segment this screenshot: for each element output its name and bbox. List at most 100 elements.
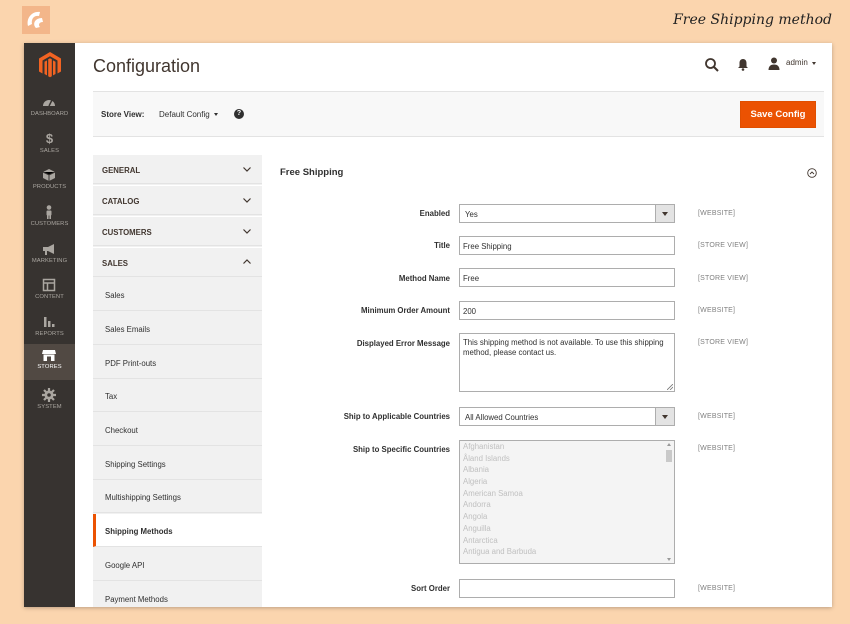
megaphone-icon (43, 244, 54, 255)
scroll-up-icon[interactable] (667, 443, 671, 446)
country-option[interactable]: Angola (460, 511, 674, 523)
sort-order-label: Sort Order (411, 584, 450, 593)
country-option[interactable]: Antarctica (460, 535, 674, 547)
chevron-down-icon (243, 198, 251, 203)
scrollbar[interactable] (665, 442, 673, 562)
enabled-label: Enabled (419, 209, 450, 218)
store-view-switcher[interactable]: Default Config (159, 110, 210, 119)
store-icon (42, 350, 56, 361)
tab-item-label: Shipping Methods (105, 527, 173, 536)
tab-group-label: SALES (102, 259, 128, 268)
chevron-down-icon[interactable] (214, 113, 218, 116)
error-message-textarea[interactable]: This shipping method is not available. T… (459, 333, 675, 392)
save-config-button[interactable]: Save Config (740, 101, 816, 128)
tab-item-sales[interactable]: Sales (93, 278, 262, 311)
collapse-icon[interactable] (807, 168, 817, 178)
country-option[interactable]: Afghanistan (460, 441, 674, 453)
enabled-select[interactable]: Yes (459, 204, 675, 223)
brand-logo (22, 6, 50, 34)
scope-label: [WEBSITE] (698, 445, 736, 452)
country-option[interactable]: Andorra (460, 499, 674, 511)
user-menu-name[interactable]: admin (786, 58, 808, 67)
country-option[interactable]: Anguilla (460, 523, 674, 535)
bar-chart-icon (44, 317, 55, 327)
tab-item-label: PDF Print-outs (105, 359, 157, 368)
tab-item-shipping-settings[interactable]: Shipping Settings (93, 447, 262, 480)
enabled-value: Yes (465, 210, 478, 219)
nav-item-system[interactable]: SYSTEM (24, 384, 75, 420)
sort-order-input[interactable] (459, 579, 675, 598)
applicable-countries-value: All Allowed Countries (465, 413, 539, 422)
resize-grip-icon[interactable] (667, 384, 673, 390)
scope-label: [STORE VIEW] (698, 339, 749, 346)
chevron-down-icon[interactable] (812, 62, 816, 65)
tab-group-label: CUSTOMERS (102, 228, 152, 237)
dashboard-icon (43, 99, 55, 107)
country-option[interactable]: American Samoa (460, 488, 674, 500)
title-input[interactable]: Free Shipping (459, 236, 675, 255)
tab-group-catalog[interactable]: CATALOG (93, 185, 262, 215)
tab-item-checkout[interactable]: Checkout (93, 413, 262, 446)
magento-logo-icon[interactable] (38, 51, 62, 79)
nav-item-stores[interactable]: STORES (24, 344, 75, 380)
search-icon[interactable] (704, 57, 720, 73)
layout-icon (42, 278, 56, 292)
tab-group-sales[interactable]: SALES (93, 247, 262, 277)
tab-item-shipping-methods[interactable]: Shipping Methods (93, 514, 262, 547)
gear-icon (42, 388, 56, 402)
help-icon[interactable]: ? (234, 109, 244, 119)
applicable-countries-select[interactable]: All Allowed Countries (459, 407, 675, 426)
country-option[interactable]: Algeria (460, 476, 674, 488)
bell-icon[interactable] (737, 58, 749, 71)
nav-item-content[interactable]: CONTENT (24, 274, 75, 310)
config-tabs: GENERAL CATALOG CUSTOMERS SALES Sales Sa… (93, 154, 262, 607)
chevron-down-icon (243, 167, 251, 172)
tab-item-label: Checkout (105, 426, 138, 435)
nav-item-reports[interactable]: REPORTS (24, 311, 75, 347)
specific-countries-multiselect[interactable]: Afghanistan Åland Islands Albania Algeri… (459, 440, 675, 564)
tab-item-payment-methods[interactable]: Payment Methods (93, 582, 262, 607)
country-option[interactable]: Albania (460, 464, 674, 476)
nav-item-customers[interactable]: CUSTOMERS (24, 201, 75, 237)
nav-label: DASHBOARD (30, 111, 69, 117)
tab-item-sales-emails[interactable]: Sales Emails (93, 312, 262, 345)
store-view-label: Store View: (101, 110, 145, 119)
tab-item-label: Sales Emails (105, 325, 151, 334)
country-option[interactable]: Antigua and Barbuda (460, 546, 674, 558)
tab-group-customers[interactable]: CUSTOMERS (93, 216, 262, 246)
tab-item-multishipping-settings[interactable]: Multishipping Settings (93, 480, 262, 513)
tab-group-general[interactable]: GENERAL (93, 154, 262, 184)
section-title[interactable]: Free Shipping (280, 167, 343, 178)
tab-item-tax[interactable]: Tax (93, 379, 262, 412)
tab-item-label: Payment Methods (105, 595, 168, 604)
nav-label: CONTENT (35, 294, 64, 300)
scope-label: [STORE VIEW] (698, 275, 749, 282)
scroll-down-icon[interactable] (667, 558, 671, 561)
nav-label: STORES (37, 364, 62, 370)
nav-label: MARKETING (31, 258, 68, 264)
nav-item-sales[interactable]: $ SALES (24, 128, 75, 164)
applicable-countries-label: Ship to Applicable Countries (343, 412, 450, 421)
page-title: Configuration (93, 56, 201, 76)
store-view-bar: Store View: Default Config ? Save Config (93, 91, 824, 137)
nav-item-products[interactable]: PRODUCTS (24, 164, 75, 200)
cube-icon (42, 169, 56, 181)
nav-label: SYSTEM (37, 404, 62, 410)
tab-item-label: Sales (105, 291, 125, 300)
tab-item-pdf-print-outs[interactable]: PDF Print-outs (93, 346, 262, 379)
person-icon (46, 205, 52, 219)
admin-sidebar: DASHBOARD $ SALES PRODUCTS CUSTOMERS MAR… (24, 43, 75, 607)
country-option[interactable]: Åland Islands (460, 453, 674, 465)
nav-item-dashboard[interactable]: DASHBOARD (24, 91, 75, 127)
min-order-input[interactable]: 200 (459, 301, 675, 320)
scope-label: [STORE VIEW] (698, 242, 749, 249)
title-label: Title (434, 241, 450, 250)
chevron-up-icon (243, 259, 251, 264)
scope-label: [WEBSITE] (698, 307, 736, 314)
nav-item-marketing[interactable]: MARKETING (24, 238, 75, 274)
method-name-input[interactable]: Free (459, 268, 675, 287)
user-icon[interactable] (768, 57, 780, 70)
scope-label: [WEBSITE] (698, 210, 736, 217)
tab-item-google-api[interactable]: Google API (93, 548, 262, 581)
scrollbar-thumb[interactable] (666, 450, 672, 462)
